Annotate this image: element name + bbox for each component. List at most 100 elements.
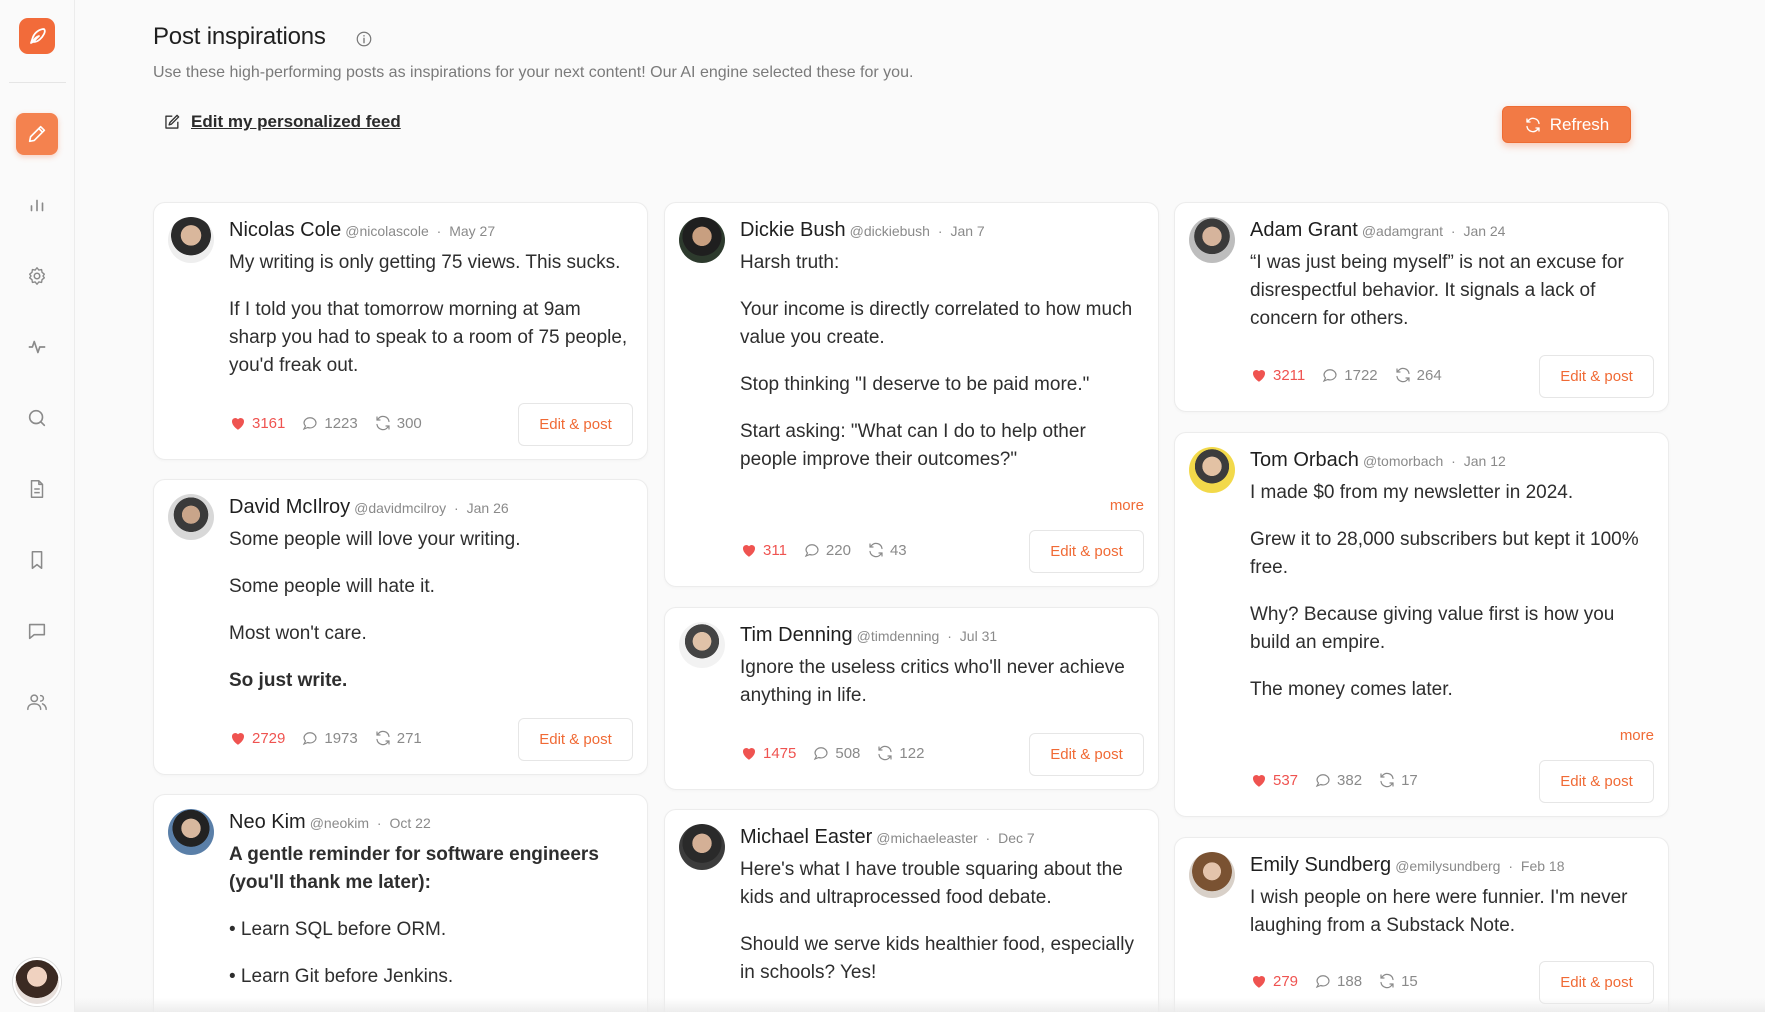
post-paragraph: A gentle reminder for software engineers…: [229, 844, 599, 893]
user-avatar[interactable]: [13, 958, 61, 1006]
edit-post-button[interactable]: Edit & post: [1029, 733, 1144, 776]
post-body: “I was just being myself” is not an excu…: [1250, 249, 1652, 352]
edit-post-button[interactable]: Edit & post: [1029, 530, 1144, 573]
author-name[interactable]: Neo Kim: [229, 811, 306, 833]
app-logo[interactable]: [19, 18, 55, 54]
reposts-count: 122: [899, 744, 925, 762]
likes-count: 311: [763, 541, 787, 559]
likes-count: 2729: [252, 729, 286, 747]
post-paragraph: • Learn Git before Jenkins.: [229, 966, 454, 987]
repost-icon[interactable]: [1394, 366, 1412, 384]
activity-icon: [28, 340, 46, 354]
nav-settings[interactable]: [16, 255, 58, 297]
edit-post-button[interactable]: Edit & post: [518, 718, 633, 761]
edit-icon: [165, 114, 180, 129]
comment-icon[interactable]: [803, 541, 821, 559]
comments-count: 1973: [324, 729, 358, 747]
nav-documents[interactable]: [16, 468, 58, 510]
author-name[interactable]: Tim Denning: [740, 624, 853, 646]
comment-icon[interactable]: [1314, 972, 1332, 990]
heart-icon[interactable]: [229, 729, 247, 747]
post-body: I wish people on here were funnier. I'm …: [1250, 884, 1652, 959]
feather-logo-icon: [30, 28, 46, 44]
nav-bookmarks[interactable]: [16, 539, 58, 581]
author-name[interactable]: Emily Sundberg: [1250, 854, 1391, 876]
comments-count: 508: [835, 744, 861, 762]
comments-count: 1722: [1344, 366, 1378, 384]
nav-activity[interactable]: [16, 326, 58, 368]
post-date: Oct 22: [389, 815, 431, 831]
scroll-fade: [75, 998, 1765, 1012]
nav-search[interactable]: [16, 397, 58, 439]
post-date: Jan 12: [1463, 453, 1506, 469]
comment-icon[interactable]: [301, 729, 319, 747]
author-handle: @adamgrant: [1361, 223, 1443, 239]
sidebar-divider: [9, 82, 66, 83]
post-card: Neo Kim @neokim · Oct 22 A gentle reminde…: [153, 794, 648, 1012]
comment-icon[interactable]: [1314, 771, 1332, 789]
post-card: Tom Orbach @tomorbach · Jan 12 I made $0 …: [1174, 432, 1669, 817]
nav-analytics[interactable]: [16, 184, 58, 226]
gear-icon: [28, 267, 46, 285]
refresh-button[interactable]: Refresh: [1502, 106, 1631, 143]
post-body: Ignore the useless critics who'll never …: [740, 654, 1142, 729]
comment-icon[interactable]: [1321, 366, 1339, 384]
repost-icon[interactable]: [1378, 972, 1396, 990]
post-paragraph: Some people will hate it.: [229, 576, 435, 597]
heart-icon[interactable]: [1250, 771, 1268, 789]
edit-feed-link[interactable]: Edit my personalized feed: [162, 112, 401, 132]
more-link[interactable]: more: [1620, 727, 1654, 744]
avatar: [1189, 217, 1235, 263]
heart-icon[interactable]: [1250, 972, 1268, 990]
heart-icon[interactable]: [740, 541, 758, 559]
post-body: Harsh truth: Your income is directly cor…: [740, 249, 1142, 493]
comments-count: 1223: [324, 414, 358, 432]
likes-count: 537: [1273, 771, 1299, 789]
author-name[interactable]: Tom Orbach: [1250, 449, 1359, 471]
comment-icon[interactable]: [301, 414, 319, 432]
repost-icon[interactable]: [876, 744, 894, 762]
repost-icon[interactable]: [1378, 771, 1396, 789]
avatar: [679, 824, 725, 870]
nav-team[interactable]: [16, 681, 58, 723]
post-body: A gentle reminder for software engineers…: [229, 841, 631, 1010]
author-handle: @timdenning: [856, 628, 940, 644]
repost-icon[interactable]: [374, 729, 392, 747]
more-link[interactable]: more: [1110, 497, 1144, 514]
heart-icon[interactable]: [229, 414, 247, 432]
repost-icon[interactable]: [867, 541, 885, 559]
avatar: [679, 622, 725, 668]
refresh-label: Refresh: [1549, 114, 1610, 134]
likes-count: 279: [1273, 972, 1299, 990]
author-name[interactable]: Dickie Bush: [740, 219, 846, 241]
heart-icon[interactable]: [1250, 366, 1268, 384]
nav-messages[interactable]: [16, 610, 58, 652]
avatar: [168, 809, 214, 855]
edit-post-button[interactable]: Edit & post: [1539, 355, 1654, 398]
repost-icon[interactable]: [374, 414, 392, 432]
post-stats: 311 220 43: [740, 541, 907, 559]
author-name[interactable]: Nicolas Cole: [229, 219, 341, 241]
post-date: Jul 31: [959, 628, 998, 644]
avatar: [1189, 852, 1235, 898]
author-handle: @nicolascole: [345, 223, 429, 239]
info-icon[interactable]: [355, 30, 373, 48]
post-paragraph: I made $0 from my newsletter in 2024.: [1250, 482, 1574, 503]
edit-post-button[interactable]: Edit & post: [1539, 760, 1654, 803]
nav-create[interactable]: [16, 113, 58, 155]
post-paragraph: My writing is only getting 75 views. Thi…: [229, 252, 621, 273]
post-date: Jan 24: [1463, 223, 1506, 239]
avatar: [168, 217, 214, 263]
author-name[interactable]: David McIlroy: [229, 496, 350, 518]
post-paragraph: The money comes later.: [1250, 679, 1453, 700]
post-paragraph: • Learn SQL before ORM.: [229, 919, 447, 940]
heart-icon[interactable]: [740, 744, 758, 762]
search-icon: [28, 409, 46, 427]
post-stats: 3211 1722 264: [1250, 366, 1442, 384]
pencil-icon: [28, 125, 46, 143]
edit-post-button[interactable]: Edit & post: [518, 403, 633, 446]
author-name[interactable]: Michael Easter: [740, 826, 872, 848]
author-name[interactable]: Adam Grant: [1250, 219, 1358, 241]
post-paragraph: Should we serve kids healthier food, esp…: [740, 934, 1134, 983]
comment-icon[interactable]: [812, 744, 830, 762]
